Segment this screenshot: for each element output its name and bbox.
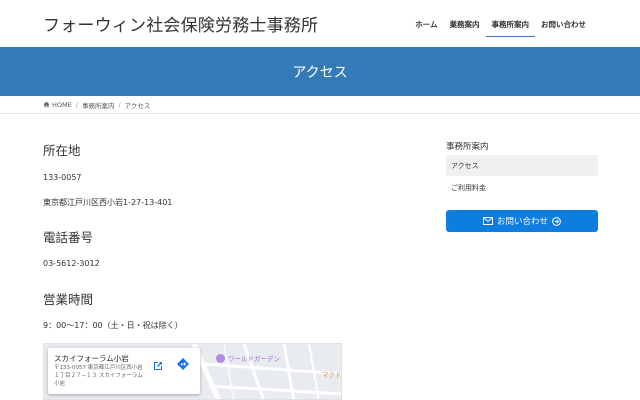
phone-number: 03-5612-3012 [43, 259, 100, 268]
home-icon [43, 101, 50, 110]
nav-item-home[interactable]: ホーム [409, 19, 443, 37]
map-place-address: 〒133-0057 東京都江戸川区西小岩１丁目２７−１３ スカイフォーラム小岩 [54, 365, 143, 387]
nav-item-contact[interactable]: お問い合わせ [535, 19, 592, 37]
breadcrumb-home[interactable]: HOME [52, 101, 72, 109]
site-title[interactable]: フォーウィン社会保険労務士事務所 [43, 11, 318, 36]
global-nav: ホーム 業務案内 事務所案内 お問い合わせ [409, 19, 592, 37]
breadcrumb-item-current: アクセス [124, 102, 151, 110]
location-heading: 所在地 [43, 143, 81, 158]
arrow-circle-right-icon [552, 216, 561, 226]
address-text: 東京都江戸川区西小岩1-27-13-401 [43, 198, 173, 207]
map-place-name[interactable]: スカイフォーラム小岩 [54, 353, 129, 364]
page-title: アクセス [292, 65, 348, 81]
map-poi-label-2[interactable]: マクド [322, 369, 341, 379]
postal-code: 133-0057 [43, 173, 82, 182]
nav-item-services[interactable]: 業務案内 [444, 19, 486, 37]
breadcrumb-item-office[interactable]: 事務所案内 [82, 100, 115, 110]
breadcrumb-separator: / [75, 101, 78, 109]
nav-item-office[interactable]: 事務所案内 [485, 19, 535, 37]
breadcrumb: HOME / 事務所案内 / アクセス [0, 96, 640, 114]
map-poi[interactable]: ワールドガーデン [216, 353, 280, 363]
phone-heading: 電話番号 [43, 230, 94, 245]
directions-icon[interactable] [176, 356, 190, 370]
sidebar-item-fees[interactable]: ご利用料金 [446, 177, 598, 198]
business-hours: 9：00〜17：00（土・日・祝は除く） [43, 321, 183, 330]
site-header: フォーウィン社会保険労務士事務所 ホーム 業務案内 事務所案内 お問い合わせ [0, 0, 640, 47]
open-in-maps-icon[interactable] [152, 357, 164, 370]
sidebar-title[interactable]: 事務所案内 [446, 140, 598, 156]
map-poi-icon [216, 353, 225, 363]
map-poi-label: ワールドガーデン [228, 355, 280, 363]
map-place-card: スカイフォーラム小岩 〒133-0057 東京都江戸川区西小岩１丁目２７−１３ … [48, 348, 200, 394]
hours-heading: 営業時間 [43, 292, 94, 307]
breadcrumb-separator: / [118, 101, 121, 109]
contact-button-label: お問い合わせ [496, 217, 548, 227]
mail-icon [482, 217, 493, 225]
contact-button[interactable]: お問い合わせ [446, 210, 598, 232]
embedded-map[interactable]: スカイフォーラム小岩 〒133-0057 東京都江戸川区西小岩１丁目２７−１３ … [43, 343, 342, 400]
sidebar-item-access[interactable]: アクセス [446, 155, 598, 176]
page-header-banner: アクセス [0, 47, 640, 96]
